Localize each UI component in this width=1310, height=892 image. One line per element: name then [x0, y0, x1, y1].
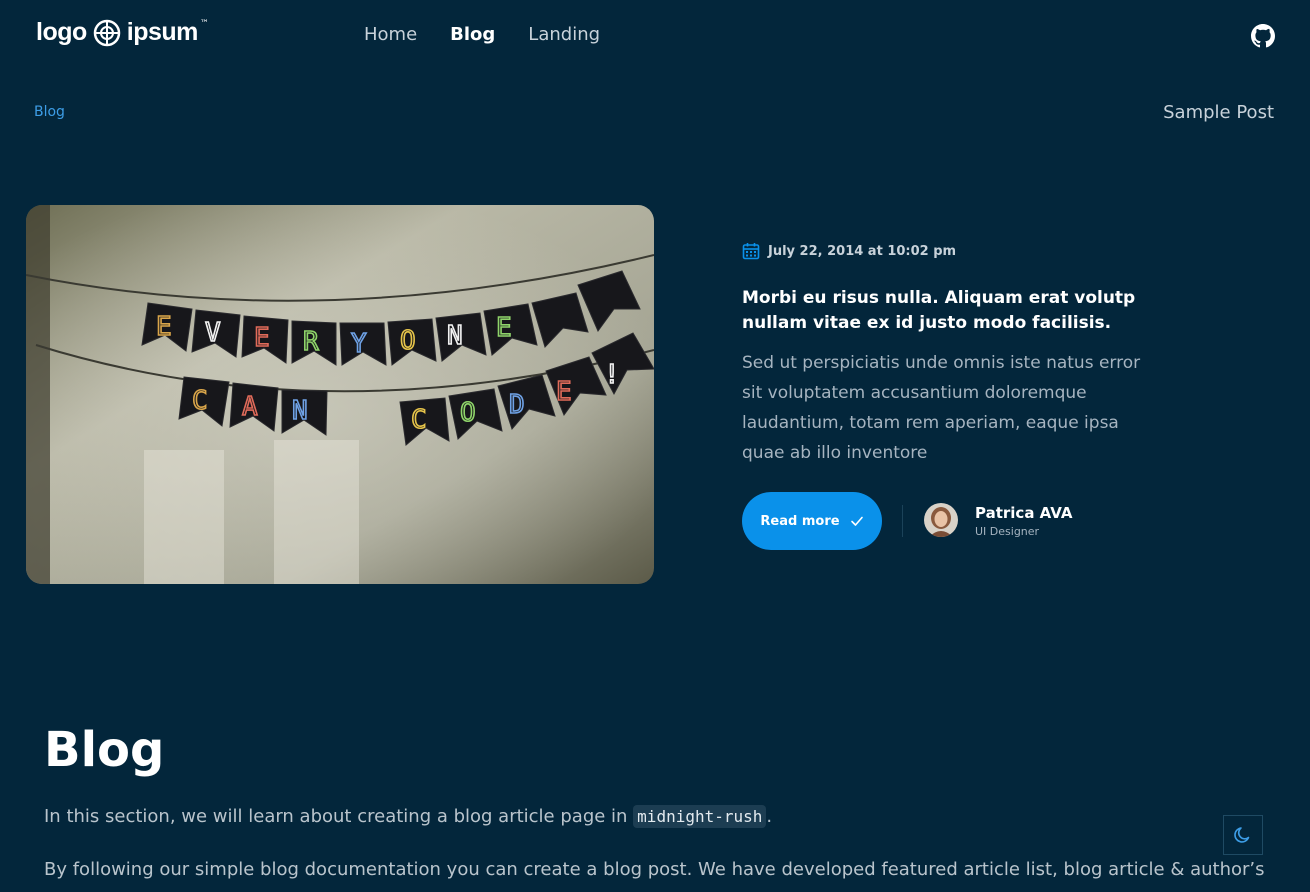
svg-text:C: C [192, 386, 208, 416]
avatar-image [924, 503, 958, 537]
section-title: Blog [44, 722, 165, 778]
read-more-label: Read more [760, 513, 840, 529]
intro-text: In this section, we will learn about cre… [44, 806, 634, 827]
svg-text:E: E [556, 377, 572, 407]
theme-toggle-button[interactable] [1223, 815, 1263, 855]
section-paragraph: By following our simple blog documentati… [44, 859, 1265, 880]
author-divider [902, 505, 903, 537]
svg-text:C: C [411, 405, 427, 435]
nav-landing[interactable]: Landing [528, 24, 600, 45]
svg-text:O: O [400, 326, 416, 356]
nav-blog[interactable]: Blog [450, 24, 495, 45]
breadcrumb-blog-link[interactable]: Blog [34, 104, 65, 120]
breadcrumb-current-page: Sample Post [1163, 102, 1274, 123]
post-excerpt: Sed ut perspiciatis unde omnis iste natu… [742, 353, 1141, 463]
post-date: July 22, 2014 at 10:02 pm [742, 242, 956, 260]
logo[interactable]: logo ipsum ™ [36, 18, 213, 47]
main-nav: Home Blog Landing [364, 24, 600, 45]
svg-text:D: D [509, 390, 525, 420]
calendar-icon [742, 243, 760, 260]
svg-text:R: R [303, 327, 319, 357]
logo-text-right: ipsum [126, 18, 199, 46]
post-title[interactable]: Morbi eu risus nulla. Aliquam erat volut… [742, 286, 1142, 336]
svg-text:E: E [156, 312, 172, 342]
svg-text:!: ! [604, 360, 620, 390]
post-date-text: July 22, 2014 at 10:02 pm [768, 243, 957, 259]
github-icon[interactable] [1251, 24, 1275, 48]
nav-home[interactable]: Home [364, 24, 417, 45]
svg-text:O: O [460, 398, 476, 428]
svg-text:V: V [205, 318, 221, 348]
featured-post-image[interactable]: E V E R Y O N E C A N C O D E ! [26, 205, 654, 584]
inline-code: midnight-rush [633, 805, 767, 828]
author-avatar[interactable] [924, 503, 958, 537]
author-role: UI Designer [975, 525, 1040, 538]
moon-icon [1234, 827, 1250, 843]
section-intro: In this section, we will learn about cre… [44, 805, 773, 828]
check-icon [850, 516, 863, 526]
svg-text:E: E [496, 313, 512, 343]
read-more-button[interactable]: Read more [742, 492, 882, 550]
site-header: logo ipsum ™ Home Blog Landing [0, 0, 1310, 72]
svg-text:A: A [242, 392, 258, 422]
svg-text:N: N [292, 396, 308, 426]
svg-text:Y: Y [351, 329, 367, 359]
svg-text:N: N [447, 321, 463, 351]
author-name[interactable]: Patrica AVA [975, 504, 1072, 522]
svg-text:E: E [254, 323, 270, 353]
logo-trademark: ™ [199, 18, 209, 29]
logo-text-left: logo [36, 18, 87, 46]
logo-globe-icon [93, 19, 121, 46]
intro-suffix: . [766, 806, 773, 827]
banner-photo: E V E R Y O N E C A N C O D E ! [26, 205, 654, 584]
